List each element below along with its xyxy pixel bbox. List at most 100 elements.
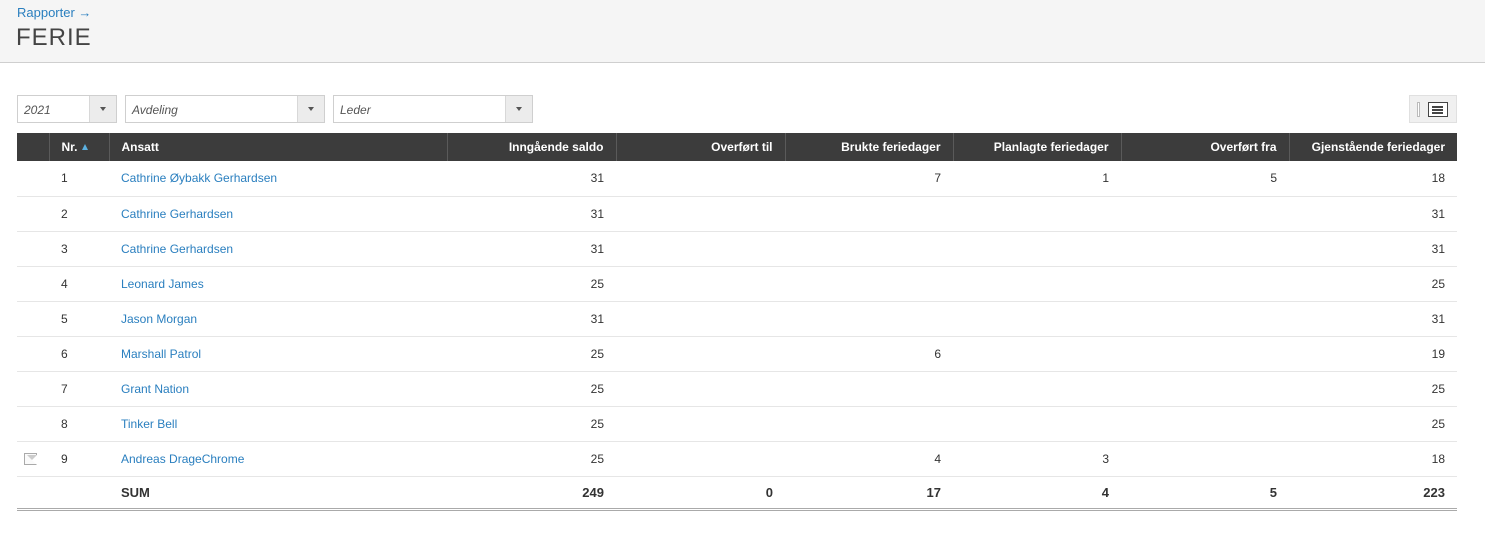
- employee-name-link[interactable]: Cathrine Gerhardsen: [109, 231, 447, 267]
- table-row[interactable]: 1 Cathrine Øybakk Gerhardsen 31 7 1 5 18: [17, 161, 1457, 197]
- row-used-days: [785, 301, 953, 337]
- table-row[interactable]: 5 Jason Morgan 31 31: [17, 301, 1457, 337]
- manager-select-toggle[interactable]: [505, 96, 532, 122]
- page-title: FERIE: [16, 24, 92, 51]
- manager-select-placeholder: Leder: [340, 103, 371, 117]
- row-transferred-to: [616, 196, 785, 232]
- row-opening-balance: 31: [447, 196, 616, 232]
- row-transferred-from: [1121, 231, 1289, 267]
- row-transferred-from: [1121, 406, 1289, 442]
- row-nr: 7: [49, 371, 109, 407]
- report-view-button[interactable]: [1409, 95, 1457, 123]
- row-used-days: 4: [785, 441, 953, 477]
- header-opening-balance[interactable]: Inngående saldo: [446, 133, 616, 161]
- row-planned-days: [953, 301, 1121, 337]
- row-remaining-days: 31: [1289, 196, 1457, 232]
- employee-name-link[interactable]: Cathrine Øybakk Gerhardsen: [109, 161, 447, 197]
- sum-transferred-to: 0: [616, 476, 785, 511]
- row-used-days: [785, 196, 953, 232]
- row-transferred-from: [1121, 441, 1289, 477]
- row-remaining-days: 18: [1289, 441, 1457, 477]
- sum-transferred-from: 5: [1121, 476, 1289, 511]
- row-used-days: 7: [785, 161, 953, 197]
- table-row[interactable]: 8 Tinker Bell 25 25: [17, 406, 1457, 442]
- sum-used-days: 17: [785, 476, 953, 511]
- department-select-toggle[interactable]: [297, 96, 324, 122]
- department-select-placeholder: Avdeling: [132, 103, 178, 117]
- row-opening-balance: 25: [447, 441, 616, 477]
- table-row[interactable]: 9 Andreas DrageChrome 25 4 3 18: [17, 441, 1457, 477]
- vacation-report-table: Nr. Ansatt Inngående saldo Overført til …: [17, 133, 1457, 511]
- row-planned-days: [953, 231, 1121, 267]
- employee-name-link[interactable]: Leonard James: [109, 266, 447, 302]
- row-remaining-days: 25: [1289, 406, 1457, 442]
- row-remaining-days: 31: [1289, 301, 1457, 337]
- row-nr: 9: [49, 441, 109, 477]
- header-remaining-days[interactable]: Gjenstående feriedager: [1288, 133, 1457, 161]
- row-planned-days: [953, 406, 1121, 442]
- row-transferred-from: [1121, 301, 1289, 337]
- row-nr: 1: [49, 161, 109, 197]
- row-remaining-days: 25: [1289, 371, 1457, 407]
- header-used-days[interactable]: Brukte feriedager: [784, 133, 953, 161]
- employee-name-link[interactable]: Jason Morgan: [109, 301, 447, 337]
- row-planned-days: [953, 196, 1121, 232]
- table-row[interactable]: 2 Cathrine Gerhardsen 31 31: [17, 196, 1457, 232]
- row-opening-balance: 31: [447, 161, 616, 197]
- row-note-cell: [17, 406, 49, 442]
- header-employee[interactable]: Ansatt: [108, 133, 447, 161]
- manager-select[interactable]: Leder: [333, 95, 533, 123]
- row-transferred-to: [616, 441, 785, 477]
- row-note-cell: [17, 371, 49, 407]
- row-used-days: [785, 231, 953, 267]
- employee-name-link[interactable]: Tinker Bell: [109, 406, 447, 442]
- table-row[interactable]: 6 Marshall Patrol 25 6 19: [17, 336, 1457, 372]
- table-row[interactable]: 7 Grant Nation 25 25: [17, 371, 1457, 407]
- row-planned-days: 1: [953, 161, 1121, 197]
- table-row[interactable]: 4 Leonard James 25 25: [17, 266, 1457, 302]
- year-select[interactable]: 2021: [17, 95, 117, 123]
- row-transferred-from: [1121, 371, 1289, 407]
- sum-note-cell: [17, 476, 49, 511]
- breadcrumb-rapporter[interactable]: Rapporter →: [17, 5, 91, 20]
- employee-name-link[interactable]: Grant Nation: [109, 371, 447, 407]
- row-opening-balance: 25: [447, 336, 616, 372]
- header-transferred-to[interactable]: Overført til: [615, 133, 785, 161]
- sum-planned-days: 4: [953, 476, 1121, 511]
- sum-nr-cell: [49, 476, 109, 511]
- row-nr: 5: [49, 301, 109, 337]
- chevron-down-icon: [100, 107, 106, 111]
- row-transferred-to: [616, 336, 785, 372]
- row-opening-balance: 25: [447, 266, 616, 302]
- row-remaining-days: 18: [1289, 161, 1457, 197]
- row-transferred-from: [1121, 196, 1289, 232]
- table-row[interactable]: 3 Cathrine Gerhardsen 31 31: [17, 231, 1457, 267]
- row-note-cell: [17, 336, 49, 372]
- row-note-cell: [17, 161, 49, 197]
- department-select[interactable]: Avdeling: [125, 95, 325, 123]
- page-header: Rapporter → FERIE: [0, 0, 1485, 63]
- row-note-cell: [17, 441, 49, 477]
- row-planned-days: [953, 266, 1121, 302]
- row-nr: 8: [49, 406, 109, 442]
- row-used-days: 6: [785, 336, 953, 372]
- header-transferred-from[interactable]: Overført fra: [1120, 133, 1289, 161]
- note-icon[interactable]: [24, 453, 37, 466]
- row-remaining-days: 25: [1289, 266, 1457, 302]
- employee-name-link[interactable]: Marshall Patrol: [109, 336, 447, 372]
- year-select-toggle[interactable]: [89, 96, 116, 122]
- row-planned-days: [953, 336, 1121, 372]
- row-planned-days: 3: [953, 441, 1121, 477]
- header-nr[interactable]: Nr.: [48, 133, 109, 161]
- sum-row: SUM 249 0 17 4 5 223: [17, 476, 1457, 511]
- row-note-cell: [17, 231, 49, 267]
- employee-name-link[interactable]: Cathrine Gerhardsen: [109, 196, 447, 232]
- header-note: [17, 133, 49, 161]
- employee-name-link[interactable]: Andreas DrageChrome: [109, 441, 447, 477]
- row-transferred-to: [616, 161, 785, 197]
- row-nr: 3: [49, 231, 109, 267]
- row-used-days: [785, 266, 953, 302]
- header-planned-days[interactable]: Planlagte feriedager: [952, 133, 1121, 161]
- row-nr: 2: [49, 196, 109, 232]
- row-opening-balance: 25: [447, 406, 616, 442]
